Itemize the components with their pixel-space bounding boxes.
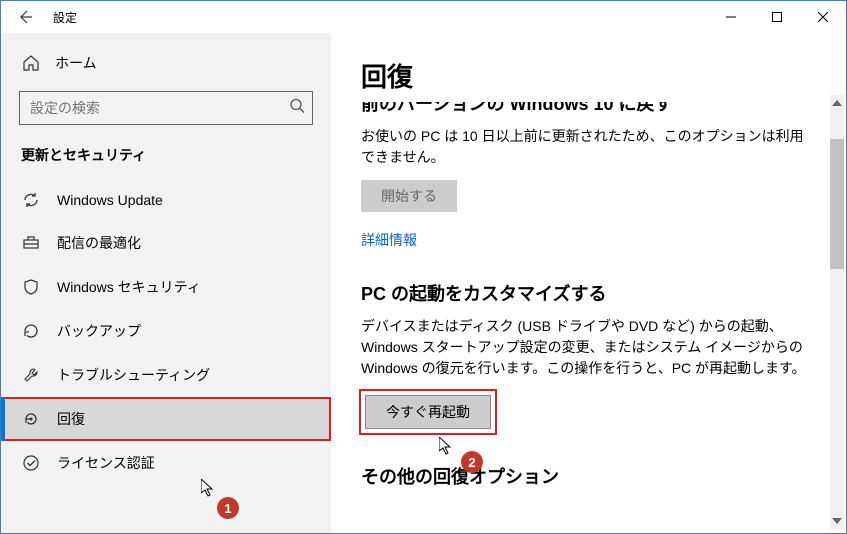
sync-icon xyxy=(21,191,41,209)
home-label: ホーム xyxy=(55,53,97,73)
sidebar-item-label: トラブルシューティング xyxy=(57,365,210,385)
page-title: 回復 xyxy=(361,57,816,94)
titlebar: 設定 xyxy=(1,1,846,33)
close-icon xyxy=(818,12,828,22)
close-button[interactable] xyxy=(800,1,846,33)
other-recovery-heading: その他の回復オプション xyxy=(361,463,816,489)
search-input[interactable] xyxy=(19,91,313,125)
sidebar-item-label: Windows Update xyxy=(57,192,163,208)
sidebar-item-delivery-optimization[interactable]: 配信の最適化 xyxy=(1,221,331,265)
scrollbar-track[interactable] xyxy=(830,111,844,513)
sidebar-item-label: ライセンス認証 xyxy=(57,453,155,473)
sidebar-item-label: Windows セキュリティ xyxy=(57,277,201,297)
chevron-up-icon xyxy=(832,100,842,106)
sidebar-item-activation[interactable]: ライセンス認証 xyxy=(1,441,331,485)
check-circle-icon xyxy=(21,454,41,472)
scroll-down-button[interactable] xyxy=(830,513,844,529)
start-button: 開始する xyxy=(361,180,457,212)
sidebar-item-windows-update[interactable]: Windows Update xyxy=(1,179,331,221)
scrollbar-thumb[interactable] xyxy=(830,139,844,269)
home-button[interactable]: ホーム xyxy=(1,45,331,81)
home-icon xyxy=(21,54,41,72)
sidebar: ホーム 更新とセキュリティ Windows Update 配信の最適化 Wind… xyxy=(1,33,331,533)
minimize-button[interactable] xyxy=(708,1,754,33)
maximize-icon xyxy=(772,12,782,22)
details-link[interactable]: 詳細情報 xyxy=(361,230,417,250)
search-icon xyxy=(289,98,305,119)
delivery-icon xyxy=(21,234,41,252)
sidebar-item-label: バックアップ xyxy=(57,321,141,341)
recovery-icon xyxy=(21,410,41,428)
chevron-down-icon xyxy=(832,518,842,524)
sidebar-item-label: 回復 xyxy=(57,409,85,429)
maximize-button[interactable] xyxy=(754,1,800,33)
sidebar-item-label: 配信の最適化 xyxy=(57,233,141,253)
window-title: 設定 xyxy=(53,9,77,26)
sidebar-item-troubleshoot[interactable]: トラブルシューティング xyxy=(1,353,331,397)
backup-icon xyxy=(21,322,41,340)
content-pane: 回復 前のバージョンの Windows 10 に戻す お使いの PC は 10 … xyxy=(331,33,846,533)
minimize-icon xyxy=(726,12,736,22)
previous-version-heading: 前のバージョンの Windows 10 に戻す xyxy=(361,102,816,116)
sidebar-item-windows-security[interactable]: Windows セキュリティ xyxy=(1,265,331,309)
annotation-badge-1: 1 xyxy=(217,497,239,519)
category-heading: 更新とセキュリティ xyxy=(1,139,331,179)
previous-version-body: お使いの PC は 10 日以上前に更新されたため、このオプションは利用できませ… xyxy=(361,126,816,168)
arrow-left-icon xyxy=(17,9,33,25)
wrench-icon xyxy=(21,366,41,384)
sidebar-item-backup[interactable]: バックアップ xyxy=(1,309,331,353)
customize-startup-heading: PC の起動をカスタマイズする xyxy=(361,280,816,306)
window-controls xyxy=(708,1,846,33)
restart-now-button[interactable]: 今すぐ再起動 xyxy=(365,395,491,429)
search-box[interactable] xyxy=(19,91,313,125)
annotation-badge-2: 2 xyxy=(461,451,483,473)
shield-icon xyxy=(21,278,41,296)
scroll-up-button[interactable] xyxy=(830,95,844,111)
customize-startup-body: デバイスまたはディスク (USB ドライブや DVD など) からの起動、Win… xyxy=(361,316,816,379)
sidebar-item-recovery[interactable]: 回復 xyxy=(1,397,331,441)
back-button[interactable] xyxy=(9,1,41,33)
restart-highlight: 今すぐ再起動 xyxy=(361,391,495,433)
